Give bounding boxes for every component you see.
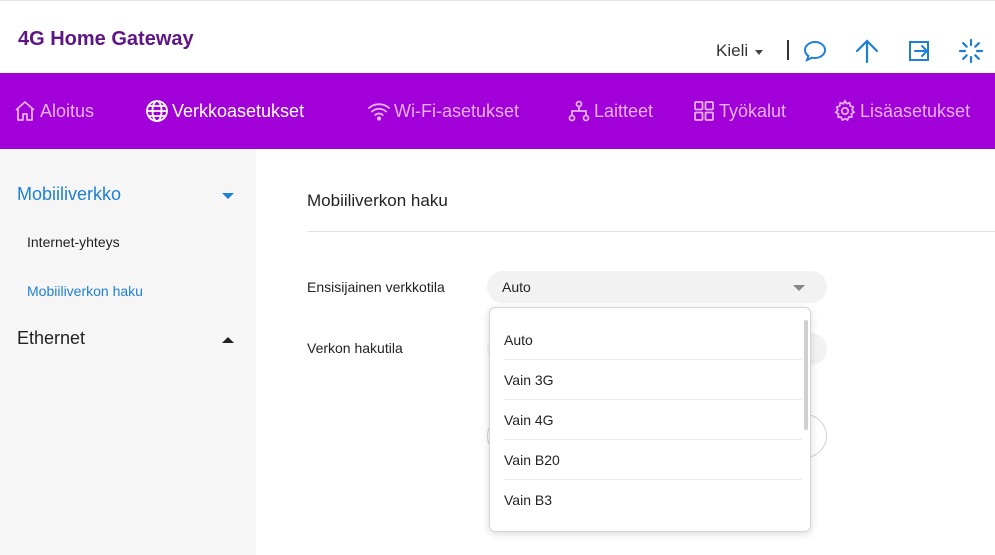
nav-label: Verkkoasetukset (172, 100, 305, 121)
home-icon (13, 99, 37, 123)
chevron-down-icon[interactable] (222, 193, 234, 199)
nav-item-lisaasetukset[interactable]: Lisäasetukset (833, 73, 970, 149)
nav-label: Aloitus (40, 100, 95, 121)
divider (307, 231, 995, 232)
language-selector[interactable]: Kieli (716, 41, 764, 61)
chat-icon[interactable] (802, 38, 828, 64)
sidebar-group-ethernet[interactable]: Ethernet (17, 328, 85, 349)
chevron-down-icon (793, 285, 805, 291)
dropdown-option-4g[interactable]: Vain 4G (504, 400, 802, 440)
globe-icon (145, 99, 169, 123)
dropdown-option-b20[interactable]: Vain B20 (504, 440, 802, 480)
nav-item-tyokalut[interactable]: Työkalut (692, 73, 786, 149)
wifi-icon (367, 99, 391, 123)
select-value: Auto (502, 279, 531, 295)
dropdown-option-b3[interactable]: Vain B3 (504, 480, 802, 520)
devices-icon (567, 99, 591, 123)
nav-item-laitteet[interactable]: Laitteet (567, 73, 653, 149)
loading-spinner-icon[interactable] (958, 38, 984, 64)
sidebar-group-mobiiliverkko[interactable]: Mobiiliverkko (17, 184, 121, 205)
logout-icon[interactable] (906, 38, 932, 64)
chevron-up-icon[interactable] (222, 337, 234, 343)
brand-title: 4G Home Gateway (18, 28, 194, 50)
field-label-search-mode: Verkon hakutila (307, 340, 403, 356)
chevron-down-icon (755, 49, 764, 55)
field-label-network-mode: Ensisijainen verkkotila (307, 279, 445, 295)
network-mode-dropdown: Auto Vain 3G Vain 4G Vain B20 Vain B3 (489, 307, 811, 532)
nav-label: Lisäasetukset (860, 100, 971, 121)
upload-arrow-icon[interactable] (854, 38, 880, 64)
nav-label: Wi-Fi-asetukset (394, 100, 520, 121)
nav-label: Työkalut (719, 100, 787, 121)
network-mode-select[interactable]: Auto (487, 271, 827, 303)
main-nav: Aloitus Verkkoasetukset Wi-Fi-asetukset … (0, 73, 995, 149)
nav-item-wifi-asetukset[interactable]: Wi-Fi-asetukset (367, 73, 519, 149)
tools-grid-icon (692, 99, 716, 123)
header-divider (787, 40, 789, 60)
language-label: Kieli (716, 41, 749, 60)
dropdown-option-3g[interactable]: Vain 3G (504, 360, 802, 400)
dropdown-option-auto[interactable]: Auto (504, 320, 802, 360)
sidebar-item-internet-yhteys[interactable]: Internet-yhteys (27, 234, 120, 250)
sidebar: Mobiiliverkko Internet-yhteys Mobiiliver… (0, 149, 256, 555)
sidebar-item-mobiiliverkon-haku[interactable]: Mobiiliverkon haku (27, 283, 143, 299)
page-title: Mobiiliverkon haku (307, 191, 448, 210)
dropdown-scrollbar[interactable] (804, 320, 808, 430)
gear-icon (833, 99, 857, 123)
nav-item-verkkoasetukset[interactable]: Verkkoasetukset (145, 73, 304, 149)
nav-item-aloitus[interactable]: Aloitus (13, 73, 94, 149)
header: 4G Home Gateway Kieli (0, 0, 995, 73)
nav-label: Laitteet (594, 100, 654, 121)
